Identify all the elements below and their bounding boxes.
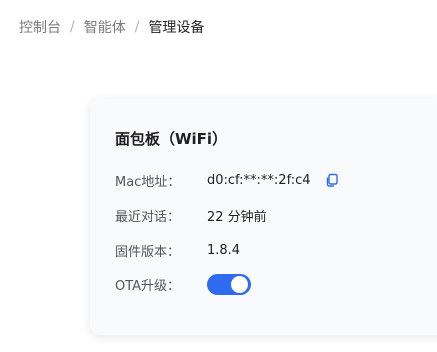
mac-address-row: Mac地址： d0:cf:**:**:2f:c4 [115, 170, 339, 190]
breadcrumb-console[interactable]: 控制台 [19, 17, 61, 37]
mac-address-value: d0:cf:**:**:2f:c4 [207, 172, 311, 188]
breadcrumb-separator: / [134, 19, 140, 35]
ota-upgrade-toggle[interactable] [207, 273, 251, 295]
ota-upgrade-row: OTA升级： [115, 273, 251, 295]
breadcrumb-separator: / [70, 19, 75, 35]
last-chat-value: 22 分钟前 [207, 209, 267, 225]
firmware-version-row: 固件版本： 1.8.4 [115, 240, 240, 260]
breadcrumb-agent[interactable]: 智能体 [84, 17, 126, 37]
firmware-version-label: 固件版本： [115, 244, 181, 260]
last-chat-row: 最近对话： 22 分钟前 [115, 205, 267, 225]
copy-icon[interactable] [325, 173, 339, 187]
mac-address-label: Mac地址： [115, 174, 181, 190]
device-title: 面包板（WiFi） [115, 130, 228, 148]
firmware-version-value: 1.8.4 [207, 242, 241, 258]
ota-upgrade-label: OTA升级： [115, 278, 181, 294]
device-card: 面包板（WiFi） Mac地址： d0:cf:**:**:2f:c4 最近对话：… [90, 99, 437, 335]
breadcrumb: 控制台 / 智能体 / 管理设备 [19, 17, 204, 37]
toggle-knob [231, 275, 248, 293]
last-chat-label: 最近对话： [115, 209, 181, 225]
breadcrumb-current-page: 管理设备 [148, 20, 205, 36]
